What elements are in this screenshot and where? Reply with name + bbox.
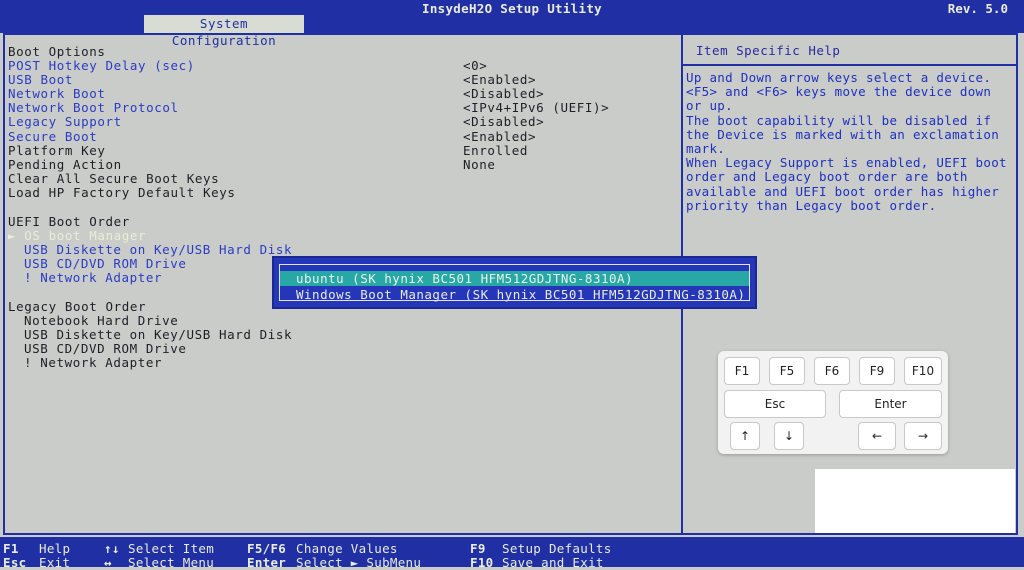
footer-key-f1: F1 [3, 541, 19, 556]
app-title: InsydeH2O Setup Utility [422, 1, 602, 16]
value-network-boot-protocol[interactable]: <IPv4+IPv6 (UEFI)> [463, 100, 609, 115]
blank-overlay [815, 469, 1015, 533]
footer-key-f5f6: F5/F6 [247, 541, 287, 556]
footer-desc-help: Help [39, 541, 71, 556]
version-label: Rev. 5.0 [947, 1, 1008, 16]
setting-load-hp-factory-keys[interactable]: Load HP Factory Default Keys [8, 185, 236, 200]
key-f9[interactable]: F9 [859, 357, 895, 385]
uefi-item-os-boot-manager[interactable]: ► OS boot Manager [8, 228, 146, 243]
legacy-item-network-adapter: ! Network Adapter [24, 355, 163, 370]
help-text: Up and Down arrow keys select a device. … [686, 70, 1014, 213]
help-line: or up. [686, 98, 733, 114]
help-line: When Legacy Support is enabled, UEFI boo… [686, 155, 1007, 171]
legacy-item-usb-cd-dvd: USB CD/DVD ROM Drive [24, 341, 187, 356]
help-title: Item Specific Help [696, 43, 841, 58]
value-platform-key: Enrolled [463, 143, 529, 158]
uefi-item-usb-diskette[interactable]: USB Diskette on Key/USB Hard Disk [24, 242, 292, 257]
setting-platform-key: Platform Key [8, 143, 106, 158]
help-line: order and Legacy boot order are both [686, 169, 968, 185]
boot-manager-popup: ubuntu (SK hynix BC501 HFM512GDJTNG-8310… [272, 256, 757, 309]
key-left-arrow-icon[interactable]: ← [858, 422, 896, 450]
popup-list: ubuntu (SK hynix BC501 HFM512GDJTNG-8310… [279, 264, 750, 302]
key-f5[interactable]: F5 [769, 357, 805, 385]
title-bar: InsydeH2O Setup Utility Rev. 5.0 System … [0, 0, 1024, 48]
key-f6[interactable]: F6 [814, 357, 850, 385]
setting-network-boot[interactable]: Network Boot [8, 86, 106, 101]
help-separator [683, 64, 1016, 66]
footer-key-updown: ↑↓ [104, 541, 120, 556]
help-line: mark. [686, 141, 726, 157]
footer-desc-save-exit: Save and Exit [502, 555, 604, 570]
legacy-item-usb-diskette: USB Diskette on Key/USB Hard Disk [24, 327, 293, 342]
help-line: The boot capability will be disabled if [686, 112, 992, 128]
key-enter[interactable]: Enter [839, 390, 942, 418]
setting-secure-boot[interactable]: Secure Boot [8, 129, 97, 144]
value-usb-boot[interactable]: <Enabled> [463, 72, 536, 87]
popup-item-ubuntu[interactable]: ubuntu (SK hynix BC501 HFM512GDJTNG-8310… [280, 271, 749, 286]
boot-options-heading: Boot Options [8, 44, 106, 59]
footer-desc-select-item: Select Item [128, 541, 215, 556]
uefi-boot-order-heading: UEFI Boot Order [8, 214, 130, 229]
key-right-arrow-icon[interactable]: → [904, 422, 942, 450]
key-f1[interactable]: F1 [724, 357, 760, 385]
key-f10[interactable]: F10 [904, 357, 942, 385]
footer-key-esc: Esc [3, 555, 27, 570]
key-up-arrow-icon[interactable]: ↑ [730, 422, 760, 450]
help-line: available and UEFI boot order has higher [686, 183, 1000, 199]
footer-key-f9: F9 [470, 541, 486, 556]
footer-key-f10: F10 [470, 555, 494, 570]
help-line: priority than Legacy boot order. [686, 197, 937, 213]
setting-usb-boot[interactable]: USB Boot [8, 72, 73, 87]
tab-system-configuration[interactable]: System Configuration [144, 15, 304, 48]
value-legacy-support[interactable]: <Disabled> [463, 114, 544, 129]
legacy-item-notebook-hdd: Notebook Hard Drive [24, 313, 179, 328]
setting-network-boot-protocol[interactable]: Network Boot Protocol [8, 100, 179, 115]
value-pending-action: None [463, 157, 496, 172]
footer-desc-exit: Exit [39, 555, 71, 570]
footer-desc-setup-defaults: Setup Defaults [502, 541, 612, 556]
help-line: <F5> and <F6> keys move the device down [686, 84, 992, 100]
setting-post-hotkey-delay[interactable]: POST Hotkey Delay (sec) [8, 58, 195, 73]
setting-pending-action: Pending Action [8, 157, 122, 172]
setting-legacy-support[interactable]: Legacy Support [8, 114, 122, 129]
onscreen-keypad: F1 F5 F6 F9 F10 Esc Enter ↑ ↓ ← → [718, 351, 948, 454]
setting-clear-secure-boot-keys[interactable]: Clear All Secure Boot Keys [8, 171, 219, 186]
uefi-item-usb-cd-dvd[interactable]: USB CD/DVD ROM Drive [24, 256, 187, 271]
footer-key-enter: Enter [247, 555, 287, 570]
key-down-arrow-icon[interactable]: ↓ [774, 422, 804, 450]
value-post-hotkey-delay[interactable]: <0> [463, 58, 487, 73]
help-line: the Device is marked with an exclamation [686, 126, 1000, 142]
value-network-boot[interactable]: <Disabled> [463, 86, 544, 101]
footer-desc-select-menu: Select Menu [128, 555, 215, 570]
value-secure-boot[interactable]: <Enabled> [463, 129, 536, 144]
footer-desc-change-values: Change Values [296, 541, 398, 556]
footer-desc-select-submenu: Select ► SubMenu [296, 555, 422, 570]
legacy-boot-order-heading: Legacy Boot Order [8, 299, 147, 314]
popup-item-windows-boot-manager[interactable]: Windows Boot Manager (SK hynix BC501 HFM… [280, 287, 749, 302]
footer-key-leftright: ↔ [104, 555, 112, 570]
uefi-item-network-adapter[interactable]: ! Network Adapter [24, 270, 162, 285]
help-line: Up and Down arrow keys select a device. [686, 70, 992, 85]
key-esc[interactable]: Esc [724, 390, 826, 418]
